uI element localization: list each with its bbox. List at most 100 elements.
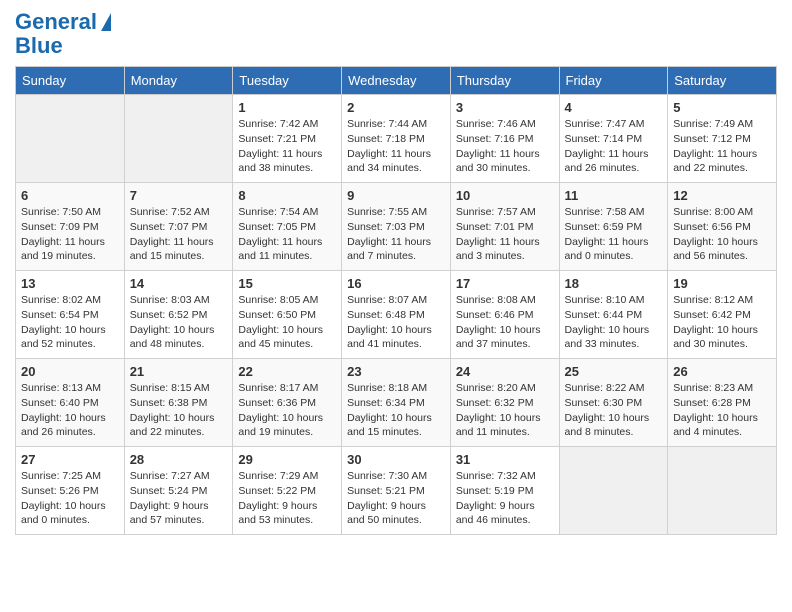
day-number: 21 (130, 364, 228, 379)
day-number: 24 (456, 364, 554, 379)
calendar-cell: 10 Sunrise: 7:57 AMSunset: 7:01 PMDayligh… (450, 183, 559, 271)
day-number: 13 (21, 276, 119, 291)
calendar-cell: 5Sunrise: 7:49 AMSunset: 7:12 PMDaylight… (668, 95, 777, 183)
day-number: 18 (565, 276, 663, 291)
logo-triangle-icon (101, 13, 111, 31)
day-header-tuesday: Tuesday (233, 67, 342, 95)
cell-info: Sunrise: 8:13 AMSunset: 6:40 PMDaylight:… (21, 381, 119, 440)
day-number: 25 (565, 364, 663, 379)
cell-info: Sunrise: 8:07 AMSunset: 6:48 PMDaylight:… (347, 293, 445, 352)
cell-info: Sunrise: 7:25 AMSunset: 5:26 PMDaylight:… (21, 469, 119, 528)
cell-info: Sunrise: 7:44 AMSunset: 7:18 PMDaylight:… (347, 117, 445, 176)
calendar-cell: 27 Sunrise: 7:25 AMSunset: 5:26 PMDayligh… (16, 447, 125, 535)
day-header-friday: Friday (559, 67, 668, 95)
cell-info: Sunrise: 8:15 AMSunset: 6:38 PMDaylight:… (130, 381, 228, 440)
day-number: 7 (130, 188, 228, 203)
cell-info: Sunrise: 7:58 AMSunset: 6:59 PMDaylight:… (565, 205, 663, 264)
calendar-week-row: 20 Sunrise: 8:13 AMSunset: 6:40 PMDayligh… (16, 359, 777, 447)
calendar-cell: 19 Sunrise: 8:12 AMSunset: 6:42 PMDayligh… (668, 271, 777, 359)
calendar-cell: 17Sunrise: 8:08 AMSunset: 6:46 PMDayligh… (450, 271, 559, 359)
cell-info: Sunrise: 7:29 AMSunset: 5:22 PMDaylight:… (238, 469, 336, 528)
calendar-cell: 8 Sunrise: 7:54 AMSunset: 7:05 PMDaylight… (233, 183, 342, 271)
day-number: 12 (673, 188, 771, 203)
calendar-header-row: SundayMondayTuesdayWednesdayThursdayFrid… (16, 67, 777, 95)
calendar-cell: 21 Sunrise: 8:15 AMSunset: 6:38 PMDayligh… (124, 359, 233, 447)
calendar-week-row: 1 Sunrise: 7:42 AMSunset: 7:21 PMDaylight… (16, 95, 777, 183)
cell-info: Sunrise: 7:52 AMSunset: 7:07 PMDaylight:… (130, 205, 228, 264)
page-header: General Blue (15, 10, 777, 58)
calendar-cell: 16Sunrise: 8:07 AMSunset: 6:48 PMDayligh… (342, 271, 451, 359)
cell-info: Sunrise: 7:57 AMSunset: 7:01 PMDaylight:… (456, 205, 554, 264)
cell-info: Sunrise: 8:18 AMSunset: 6:34 PMDaylight:… (347, 381, 445, 440)
calendar-cell: 18 Sunrise: 8:10 AMSunset: 6:44 PMDayligh… (559, 271, 668, 359)
calendar-cell: 30 Sunrise: 7:30 AMSunset: 5:21 PMDayligh… (342, 447, 451, 535)
calendar-table: SundayMondayTuesdayWednesdayThursdayFrid… (15, 66, 777, 535)
cell-info: Sunrise: 8:03 AMSunset: 6:52 PMDaylight:… (130, 293, 228, 352)
day-number: 28 (130, 452, 228, 467)
calendar-cell: 25 Sunrise: 8:22 AMSunset: 6:30 PMDayligh… (559, 359, 668, 447)
calendar-cell: 14 Sunrise: 8:03 AMSunset: 6:52 PMDayligh… (124, 271, 233, 359)
cell-info: Sunrise: 7:32 AMSunset: 5:19 PMDaylight:… (456, 469, 554, 528)
cell-info: Sunrise: 7:30 AMSunset: 5:21 PMDaylight:… (347, 469, 445, 528)
calendar-cell: 7 Sunrise: 7:52 AMSunset: 7:07 PMDaylight… (124, 183, 233, 271)
day-number: 31 (456, 452, 554, 467)
calendar-cell: 2Sunrise: 7:44 AMSunset: 7:18 PMDaylight… (342, 95, 451, 183)
day-number: 27 (21, 452, 119, 467)
cell-info: Sunrise: 8:00 AMSunset: 6:56 PMDaylight:… (673, 205, 771, 264)
logo: General Blue (15, 10, 111, 58)
day-number: 15 (238, 276, 336, 291)
day-number: 3 (456, 100, 554, 115)
cell-info: Sunrise: 7:50 AMSunset: 7:09 PMDaylight:… (21, 205, 119, 264)
day-number: 10 (456, 188, 554, 203)
calendar-cell: 12 Sunrise: 8:00 AMSunset: 6:56 PMDayligh… (668, 183, 777, 271)
day-header-thursday: Thursday (450, 67, 559, 95)
day-number: 14 (130, 276, 228, 291)
cell-info: Sunrise: 7:42 AMSunset: 7:21 PMDaylight:… (238, 117, 336, 176)
cell-info: Sunrise: 7:55 AMSunset: 7:03 PMDaylight:… (347, 205, 445, 264)
day-number: 20 (21, 364, 119, 379)
calendar-cell: 1 Sunrise: 7:42 AMSunset: 7:21 PMDaylight… (233, 95, 342, 183)
day-number: 1 (238, 100, 336, 115)
calendar-cell: 11Sunrise: 7:58 AMSunset: 6:59 PMDayligh… (559, 183, 668, 271)
calendar-cell (668, 447, 777, 535)
day-number: 19 (673, 276, 771, 291)
day-number: 22 (238, 364, 336, 379)
calendar-cell: 13 Sunrise: 8:02 AMSunset: 6:54 PMDayligh… (16, 271, 125, 359)
cell-info: Sunrise: 8:02 AMSunset: 6:54 PMDaylight:… (21, 293, 119, 352)
day-number: 23 (347, 364, 445, 379)
cell-info: Sunrise: 7:54 AMSunset: 7:05 PMDaylight:… (238, 205, 336, 264)
cell-info: Sunrise: 8:05 AMSunset: 6:50 PMDaylight:… (238, 293, 336, 352)
calendar-cell: 29Sunrise: 7:29 AMSunset: 5:22 PMDayligh… (233, 447, 342, 535)
day-header-sunday: Sunday (16, 67, 125, 95)
calendar-cell: 4 Sunrise: 7:47 AMSunset: 7:14 PMDaylight… (559, 95, 668, 183)
calendar-cell: 3Sunrise: 7:46 AMSunset: 7:16 PMDaylight… (450, 95, 559, 183)
day-number: 30 (347, 452, 445, 467)
calendar-week-row: 27 Sunrise: 7:25 AMSunset: 5:26 PMDayligh… (16, 447, 777, 535)
day-number: 4 (565, 100, 663, 115)
calendar-cell: 15 Sunrise: 8:05 AMSunset: 6:50 PMDayligh… (233, 271, 342, 359)
day-number: 26 (673, 364, 771, 379)
day-number: 6 (21, 188, 119, 203)
cell-info: Sunrise: 8:12 AMSunset: 6:42 PMDaylight:… (673, 293, 771, 352)
cell-info: Sunrise: 8:23 AMSunset: 6:28 PMDaylight:… (673, 381, 771, 440)
cell-info: Sunrise: 8:10 AMSunset: 6:44 PMDaylight:… (565, 293, 663, 352)
calendar-cell: 20 Sunrise: 8:13 AMSunset: 6:40 PMDayligh… (16, 359, 125, 447)
logo-blue-text: Blue (15, 33, 63, 58)
calendar-cell: 9 Sunrise: 7:55 AMSunset: 7:03 PMDaylight… (342, 183, 451, 271)
day-header-wednesday: Wednesday (342, 67, 451, 95)
day-number: 8 (238, 188, 336, 203)
calendar-cell: 31 Sunrise: 7:32 AMSunset: 5:19 PMDayligh… (450, 447, 559, 535)
cell-info: Sunrise: 7:47 AMSunset: 7:14 PMDaylight:… (565, 117, 663, 176)
calendar-cell: 23 Sunrise: 8:18 AMSunset: 6:34 PMDayligh… (342, 359, 451, 447)
cell-info: Sunrise: 8:20 AMSunset: 6:32 PMDaylight:… (456, 381, 554, 440)
calendar-cell (559, 447, 668, 535)
day-number: 9 (347, 188, 445, 203)
calendar-cell (16, 95, 125, 183)
day-number: 5 (673, 100, 771, 115)
day-header-saturday: Saturday (668, 67, 777, 95)
logo-text: General (15, 10, 97, 34)
cell-info: Sunrise: 8:22 AMSunset: 6:30 PMDaylight:… (565, 381, 663, 440)
cell-info: Sunrise: 8:08 AMSunset: 6:46 PMDaylight:… (456, 293, 554, 352)
calendar-cell: 6 Sunrise: 7:50 AMSunset: 7:09 PMDaylight… (16, 183, 125, 271)
calendar-cell: 26 Sunrise: 8:23 AMSunset: 6:28 PMDayligh… (668, 359, 777, 447)
